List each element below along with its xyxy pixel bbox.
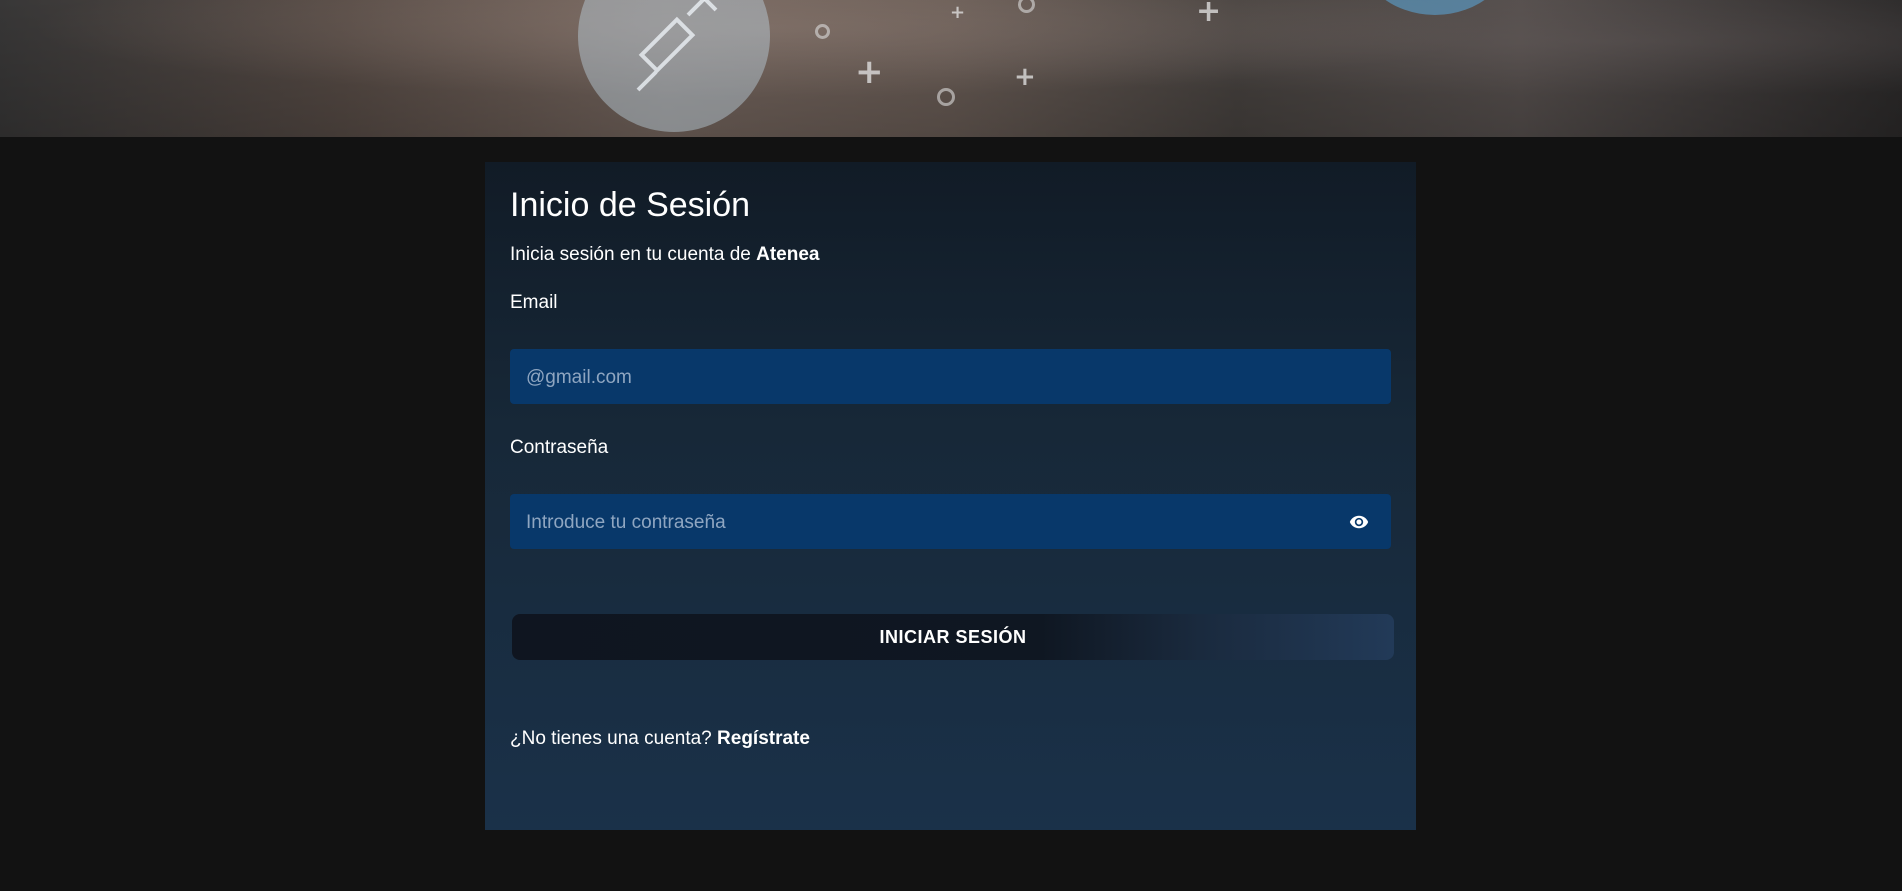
register-link[interactable]: Regístrate bbox=[717, 728, 810, 749]
login-button[interactable]: INICIAR SESIÓN bbox=[512, 614, 1394, 660]
login-card: Inicio de Sesión Inicia sesión en tu cue… bbox=[485, 162, 1416, 830]
page-title: Inicio de Sesión bbox=[510, 186, 751, 224]
email-field[interactable] bbox=[524, 349, 1348, 406]
email-label: Email bbox=[510, 292, 558, 313]
register-prompt-text: ¿No tienes una cuenta? bbox=[510, 728, 718, 749]
login-subtitle: Inicia sesión en tu cuenta de Atenea bbox=[510, 244, 819, 266]
syringe-icon bbox=[636, 0, 718, 92]
plus-icon: + bbox=[855, 52, 884, 92]
email-field-container bbox=[510, 349, 1391, 406]
password-label: Contraseña bbox=[510, 437, 609, 458]
ring-icon bbox=[937, 88, 955, 106]
register-prompt: ¿No tienes una cuenta? Regístrate bbox=[510, 728, 810, 750]
eye-icon[interactable] bbox=[1349, 512, 1369, 532]
hero-banner-image: + + + + bbox=[0, 0, 1902, 137]
plus-icon: + bbox=[1196, 0, 1222, 29]
plus-icon: + bbox=[950, 2, 966, 23]
brand-name: Atenea bbox=[756, 244, 820, 265]
ring-icon bbox=[815, 24, 830, 39]
plus-icon: + bbox=[1014, 62, 1036, 92]
subtitle-text: Inicia sesión en tu cuenta de bbox=[510, 244, 757, 265]
password-field[interactable] bbox=[524, 494, 1348, 551]
password-field-container bbox=[510, 494, 1391, 551]
